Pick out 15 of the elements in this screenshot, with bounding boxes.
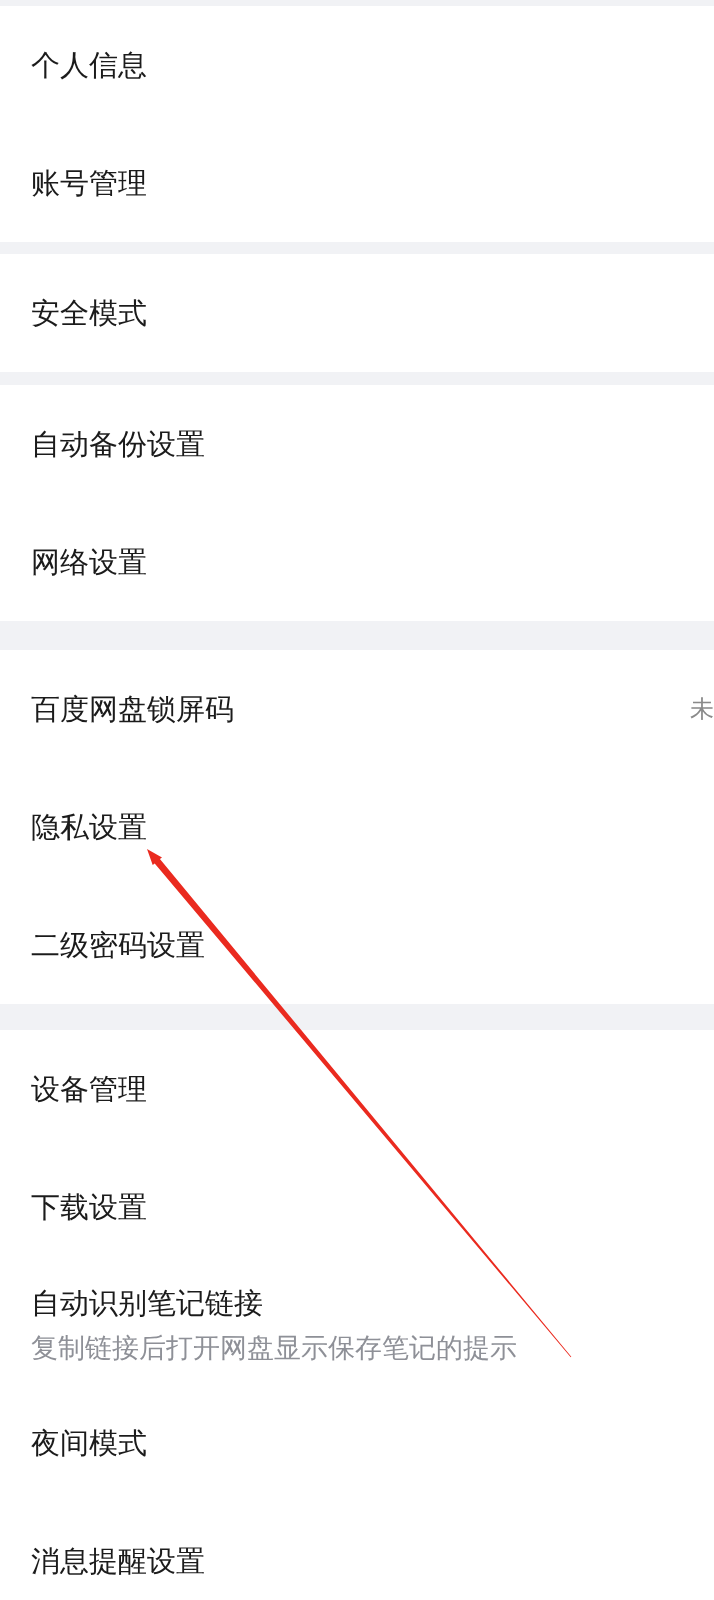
setting-label[interactable]: 下载设置 — [31, 1190, 147, 1224]
setting-value: 未 — [690, 695, 714, 723]
setting-label[interactable]: 夜间模式 — [31, 1426, 147, 1460]
setting-label[interactable]: 自动识别笔记链接 — [31, 1285, 263, 1321]
setting-label[interactable]: 安全模式 — [31, 296, 147, 330]
setting-label[interactable]: 设备管理 — [31, 1072, 147, 1106]
setting-label[interactable]: 自动备份设置 — [31, 427, 205, 461]
setting-description: 复制链接后打开网盘显示保存笔记的提示 — [31, 1331, 517, 1365]
setting-label[interactable]: 隐私设置 — [31, 810, 147, 844]
setting-label[interactable]: 网络设置 — [31, 545, 147, 579]
setting-label[interactable]: 个人信息 — [31, 48, 147, 82]
setting-label[interactable]: 二级密码设置 — [31, 928, 205, 962]
setting-label[interactable]: 账号管理 — [31, 166, 147, 200]
setting-label[interactable]: 百度网盘锁屏码 — [31, 692, 234, 726]
setting-label[interactable]: 消息提醒设置 — [31, 1544, 205, 1578]
